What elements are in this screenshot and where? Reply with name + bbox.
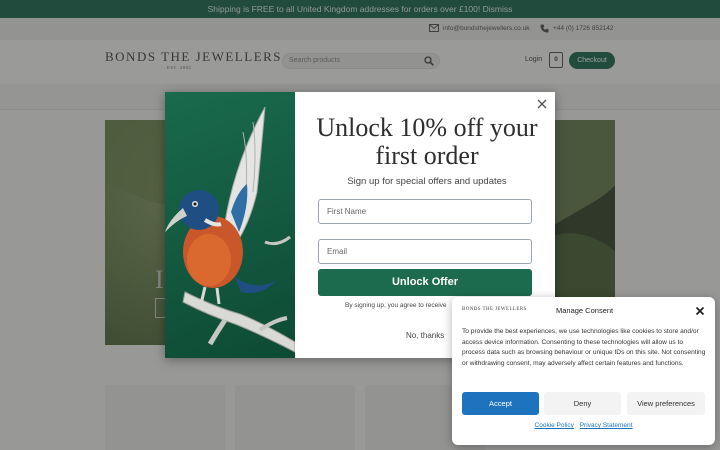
- no-thanks-link[interactable]: No, thanks: [406, 331, 444, 340]
- popup-title: Unlock 10% off your first order: [316, 113, 538, 170]
- consent-links: Cookie Policy Privacy Statement: [452, 422, 715, 429]
- popup-subtitle: Sign up for special offers and updates: [347, 176, 507, 187]
- deny-button[interactable]: Deny: [544, 392, 621, 415]
- first-name-field[interactable]: First Name: [318, 199, 532, 224]
- signup-disclaimer: By signing up, you agree to receive: [345, 302, 447, 309]
- close-icon[interactable]: [695, 306, 705, 316]
- unlock-offer-button[interactable]: Unlock Offer: [318, 269, 532, 296]
- cookie-policy-link[interactable]: Cookie Policy: [535, 422, 574, 429]
- cookie-consent-panel: BONDS THE JEWELLERS Manage Consent To pr…: [452, 297, 715, 445]
- email-field[interactable]: Email: [318, 239, 532, 264]
- consent-title: Manage Consent: [556, 306, 614, 315]
- kingfisher-brooch-image: [165, 92, 295, 358]
- consent-description: To provide the best experiences, we use …: [462, 328, 706, 367]
- kingfisher-illustration: [165, 106, 295, 353]
- privacy-statement-link[interactable]: Privacy Statement: [580, 422, 633, 429]
- consent-logo: BONDS THE JEWELLERS: [462, 307, 527, 312]
- view-preferences-button[interactable]: View preferences: [627, 392, 705, 415]
- accept-button[interactable]: Accept: [462, 392, 539, 415]
- close-icon[interactable]: [536, 98, 548, 110]
